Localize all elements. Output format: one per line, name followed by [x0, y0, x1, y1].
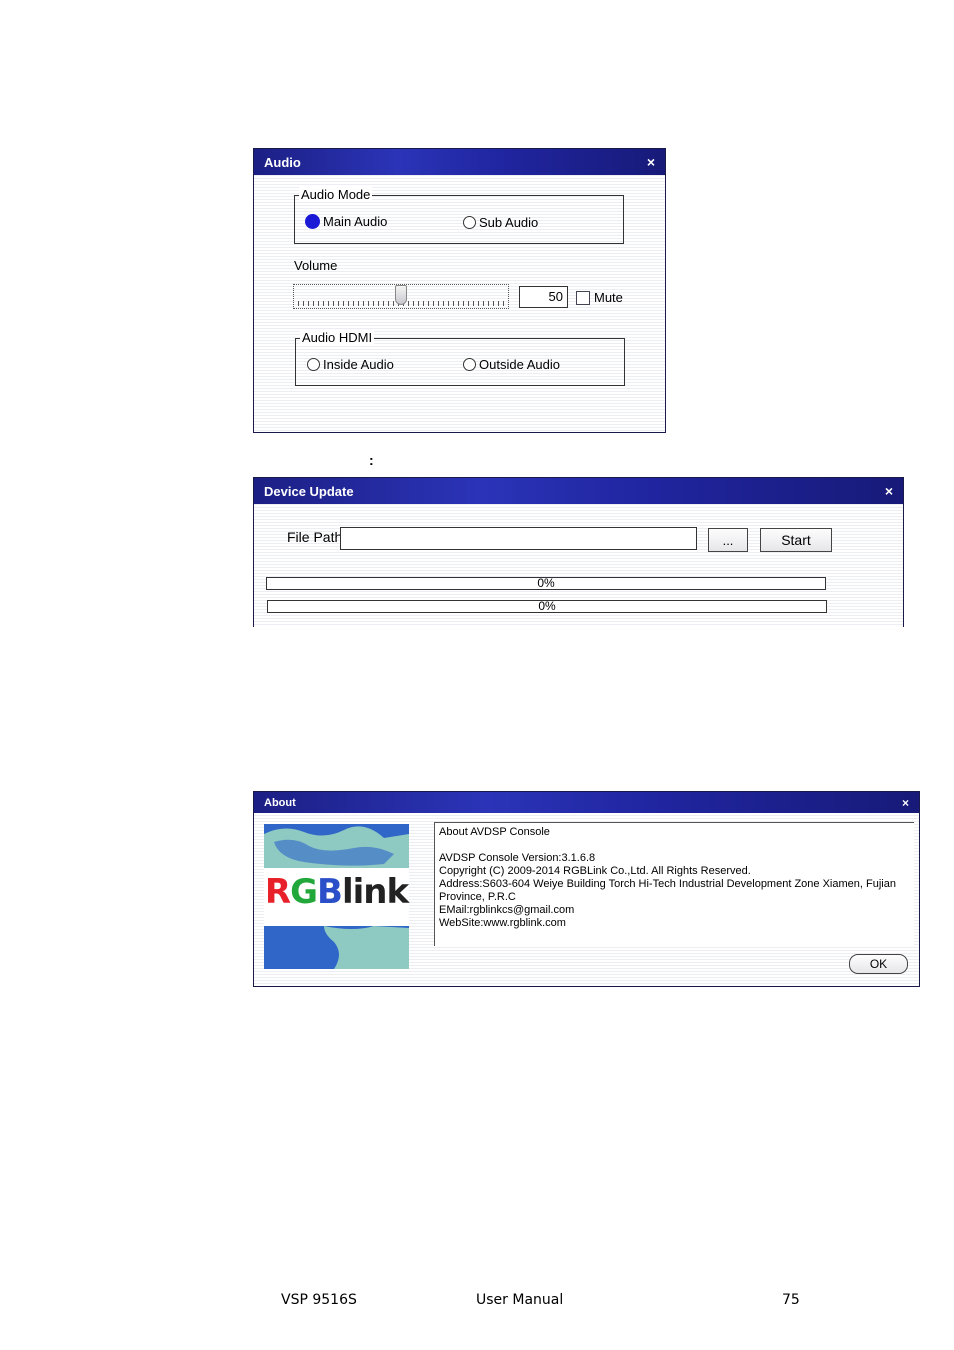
radio-icon	[307, 358, 320, 371]
logo-letter: l	[341, 872, 354, 912]
inside-audio-label: Inside Audio	[323, 357, 394, 372]
sub-audio-radio[interactable]: Sub Audio	[463, 215, 538, 230]
about-line-4: Copyright (C) 2009-2014 RGBLink Co.,Ltd.…	[439, 865, 751, 877]
audio-dialog-title: Audio	[264, 154, 301, 170]
close-icon[interactable]: ×	[885, 483, 893, 499]
main-audio-radio[interactable]: Main Audio	[305, 214, 387, 229]
audio-dialog: Audio × Audio Mode Main Audio Sub Audio …	[253, 148, 666, 433]
ok-button[interactable]: OK	[849, 954, 908, 974]
progress-bar-2: 0%	[267, 599, 827, 613]
radio-selected-icon	[305, 214, 320, 229]
radio-icon	[463, 358, 476, 371]
browse-button[interactable]: ...	[708, 528, 748, 552]
about-dialog-title: About	[264, 796, 296, 809]
close-icon[interactable]: ×	[902, 796, 909, 810]
mute-checkbox[interactable]: Mute	[576, 290, 623, 305]
about-line-3: AVDSP Console Version:3.1.6.8	[439, 852, 596, 864]
close-icon[interactable]: ×	[647, 154, 655, 170]
volume-value-field[interactable]: 50	[519, 286, 568, 308]
progress-text-2: 0%	[538, 599, 556, 613]
rgblink-logo-text: RGBlink	[264, 872, 409, 912]
audio-mode-label: Audio Mode	[299, 187, 373, 202]
volume-label: Volume	[294, 258, 338, 273]
sub-audio-label: Sub Audio	[479, 215, 539, 230]
about-info-panel: About AVDSP Console AVDSP Console Versio…	[434, 822, 914, 946]
separator-colon: :	[369, 452, 374, 468]
outside-audio-radio[interactable]: Outside Audio	[463, 357, 560, 372]
audio-title-bar[interactable]: Audio ×	[254, 149, 665, 175]
outside-audio-label: Outside Audio	[479, 357, 560, 372]
file-path-label: File Path	[287, 529, 343, 545]
audio-hdmi-group: Audio HDMI Inside Audio Outside Audio	[295, 330, 625, 386]
about-line-1: About AVDSP Console	[439, 826, 550, 838]
about-line-6: Province, P.R.C	[439, 891, 516, 903]
progress-text-1: 0%	[537, 576, 555, 590]
about-line-7: EMail:rgblinkcs@gmail.com	[439, 904, 575, 916]
logo-letter: k	[386, 872, 409, 912]
start-button[interactable]: Start	[760, 528, 832, 552]
audio-mode-group: Audio Mode Main Audio Sub Audio	[294, 187, 624, 244]
footer-page-number: 75	[782, 1292, 800, 1308]
rgblink-logo-image: RGBlink	[264, 824, 409, 969]
footer-product: VSP 9516S	[281, 1292, 357, 1308]
audio-hdmi-label: Audio HDMI	[300, 330, 375, 345]
slider-thumb[interactable]	[395, 285, 407, 305]
logo-letter: B	[317, 872, 343, 912]
checkbox-icon	[576, 290, 590, 305]
about-line-5: Address:S603-604 Weiye Building Torch Hi…	[439, 878, 896, 890]
mute-label: Mute	[594, 290, 623, 305]
inside-audio-radio[interactable]: Inside Audio	[307, 357, 394, 372]
progress-bar-1: 0%	[266, 576, 826, 590]
file-path-input[interactable]	[340, 527, 697, 550]
radio-icon	[463, 216, 476, 229]
footer-doc-title: User Manual	[476, 1292, 564, 1308]
main-audio-label: Main Audio	[323, 214, 388, 229]
device-update-dialog: Device Update × File Path ... Start 0% 0…	[253, 477, 904, 627]
device-update-title: Device Update	[264, 483, 354, 499]
logo-letter: i	[352, 872, 365, 912]
device-update-title-bar[interactable]: Device Update ×	[254, 478, 903, 504]
logo-letter: G	[290, 872, 318, 912]
about-dialog: About × RGBlink About AVDSP Console AVDS…	[253, 791, 920, 987]
volume-slider[interactable]	[293, 284, 509, 309]
about-line-2	[439, 839, 910, 852]
logo-letter: R	[264, 872, 291, 912]
about-title-bar[interactable]: About ×	[254, 792, 919, 813]
about-line-8: WebSite:www.rgblink.com	[439, 917, 566, 929]
logo-letter: n	[363, 872, 387, 912]
